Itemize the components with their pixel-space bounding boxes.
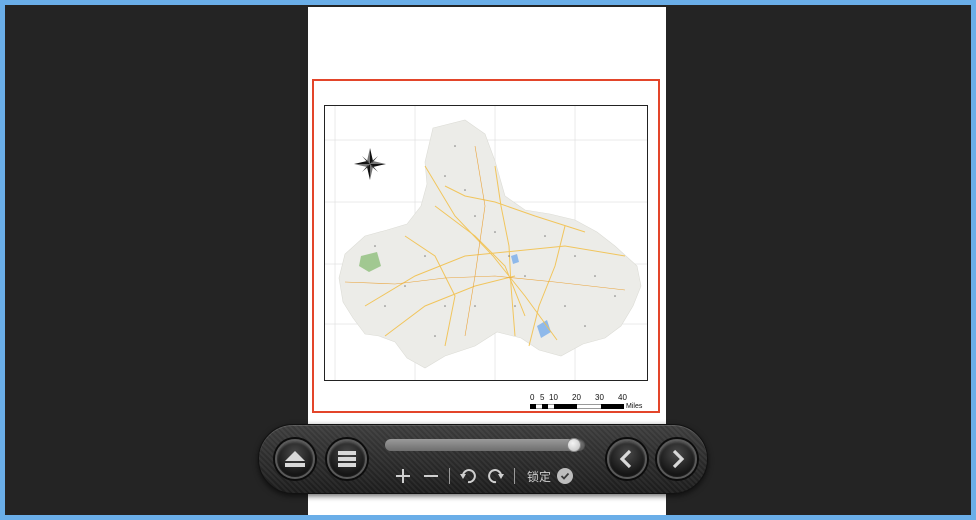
region-shape [338, 119, 642, 369]
rotate-right-icon [488, 469, 504, 484]
eject-button[interactable] [275, 439, 315, 479]
menu-button[interactable] [327, 439, 367, 479]
rotate-right-button[interactable] [482, 463, 510, 489]
north-arrow-icon [354, 148, 386, 180]
previous-page-button[interactable] [607, 439, 647, 479]
chevron-left-icon [619, 449, 632, 469]
scale-bar: 0 5 10 20 30 40 Miles [530, 393, 648, 415]
minus-icon [424, 475, 438, 477]
scale-number: 5 [540, 393, 545, 402]
toolbar-divider [514, 468, 515, 484]
scale-number: 20 [572, 393, 581, 402]
map-graphic [325, 106, 647, 380]
rotate-left-button[interactable] [454, 463, 482, 489]
zoom-in-button[interactable] [389, 463, 417, 489]
selection-box[interactable]: 0 5 10 20 30 40 Miles [312, 79, 660, 413]
scale-number: 40 [618, 393, 627, 402]
menu-icon [338, 451, 356, 467]
scale-number: 30 [595, 393, 604, 402]
scale-bar-graphic [530, 404, 624, 409]
lock-toggle[interactable] [557, 468, 574, 484]
zoom-out-button[interactable] [417, 463, 445, 489]
plus-icon [396, 469, 410, 483]
scale-unit: Miles [626, 403, 643, 410]
chevron-right-icon [672, 449, 685, 469]
control-bar: 锁定 [258, 424, 708, 494]
map-image [324, 105, 648, 381]
page-slider-fill [385, 439, 575, 451]
check-circle-icon [560, 472, 570, 480]
lock-label: 锁定 [527, 469, 552, 484]
page-slider-handle[interactable] [567, 438, 582, 452]
scale-number: 0 [530, 393, 535, 402]
page-slider[interactable] [385, 438, 585, 452]
eject-icon [285, 451, 305, 467]
scale-number: 10 [549, 393, 558, 402]
next-page-button[interactable] [657, 439, 697, 479]
rotate-left-icon [460, 469, 476, 484]
toolbar-divider [449, 468, 450, 484]
toolbar-row: 锁定 [389, 463, 609, 489]
